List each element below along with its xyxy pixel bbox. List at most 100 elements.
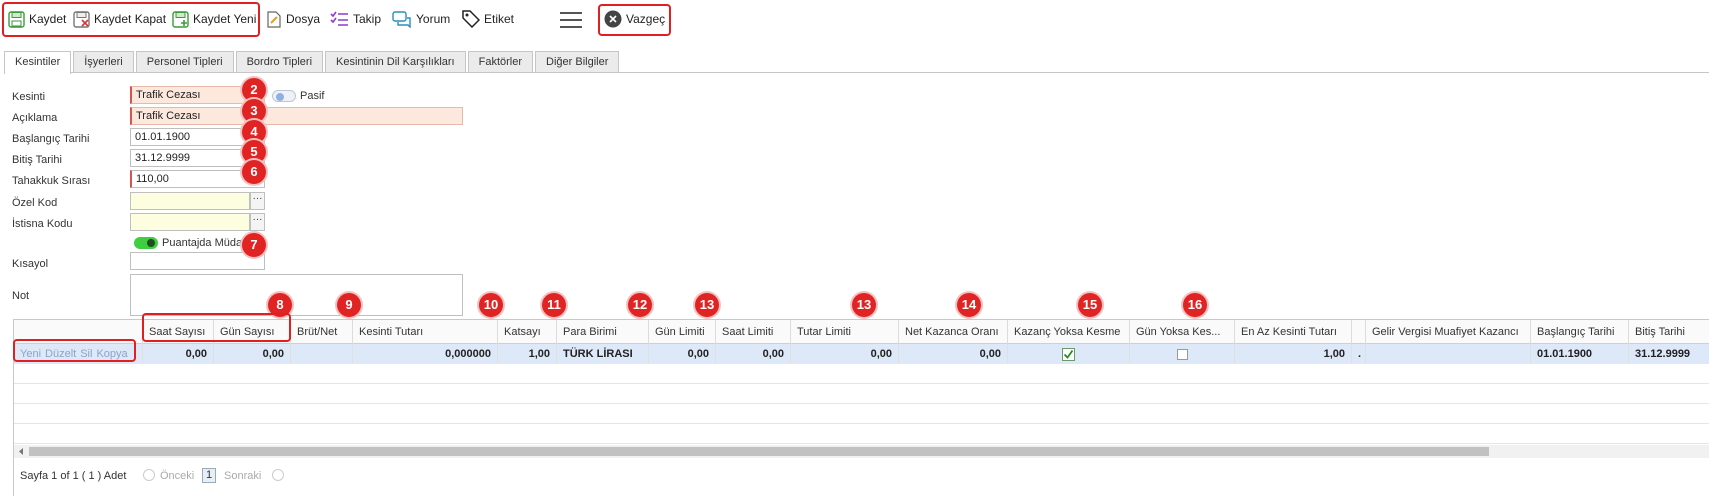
tab-faktorler[interactable]: Faktörler	[467, 51, 534, 73]
cell-gelir-vergisi[interactable]	[1366, 344, 1531, 364]
table-row-empty	[14, 364, 1709, 384]
cell-tutar-limiti[interactable]: 0,00	[791, 344, 899, 364]
col-net-kazanca-orani[interactable]: Net Kazanca Oranı	[899, 320, 1008, 344]
annotation-badge: 9	[337, 293, 361, 317]
annotation-badge: 12	[628, 293, 652, 317]
save-buttons-highlight	[2, 2, 260, 37]
cell-gun-yoksa-kesme[interactable]	[1130, 344, 1235, 364]
col-baslangic-tarihi[interactable]: Başlangıç Tarihi	[1531, 320, 1629, 344]
annotation-badge: 13	[852, 293, 876, 317]
col-blank	[1352, 320, 1366, 344]
comment-label: Yorum	[416, 12, 451, 26]
tab-diger-bilgiler[interactable]: Diğer Bilgiler	[535, 51, 620, 73]
cell-saat-sayisi[interactable]: 0,00	[143, 344, 214, 364]
col-kazanc-yoksa-kesme[interactable]: Kazanç Yoksa Kesme	[1008, 320, 1130, 344]
scroll-left-icon[interactable]	[16, 445, 26, 458]
scrollbar-thumb[interactable]	[29, 447, 1489, 456]
cell-brut-net[interactable]	[291, 344, 353, 364]
bitis-label: Bitiş Tarihi	[12, 154, 62, 166]
cell-blank: .	[1352, 344, 1366, 364]
day-hour-columns-highlight	[142, 313, 291, 342]
prev-page-button[interactable]: Önceki	[160, 470, 194, 482]
comment-button[interactable]: Yorum	[392, 7, 450, 31]
not-textarea[interactable]	[130, 274, 463, 316]
not-label: Not	[12, 290, 30, 302]
kesinti-label: Kesinti	[12, 91, 46, 103]
track-label: Takip	[353, 12, 382, 26]
pager-info: Sayfa 1 of 1 ( 1 ) Adet	[20, 470, 127, 482]
tab-bar: Kesintiler İşyerleri Personel Tipleri Bo…	[4, 51, 621, 74]
file-label: Dosya	[286, 12, 321, 26]
puantaj-label: Puantajda Müdahale	[162, 237, 252, 249]
ozel-kod-label: Özel Kod	[12, 197, 58, 209]
istisna-lookup-button[interactable]: ···	[250, 213, 265, 231]
tab-kesintiler[interactable]: Kesintiler	[4, 51, 72, 74]
kesinti-grid: Saat Sayısı Gün Sayısı Brüt/Net Kesinti …	[13, 319, 1709, 496]
toolbar: Kaydet Kaydet Kapat Kaydet Yeni Dosya Ta…	[0, 0, 1709, 40]
table-row[interactable]: Yeni Düzelt Sil Kopya 0,00 0,00 0,000000 1,…	[14, 344, 1709, 364]
cell-para-birimi[interactable]: TÜRK LİRASI	[557, 344, 649, 364]
annotation-badge: 6	[242, 160, 266, 184]
cell-gun-limiti[interactable]: 0,00	[649, 344, 716, 364]
aciklama-field[interactable]: Trafik Cezası	[130, 107, 463, 125]
cell-kesinti-tutari[interactable]: 0,000000	[353, 344, 498, 364]
cell-kazanc-yoksa-kesme[interactable]	[1008, 344, 1130, 364]
kisayol-field[interactable]	[130, 252, 265, 270]
col-gun-yoksa-kesme[interactable]: Gün Yoksa Kes...	[1130, 320, 1235, 344]
cell-bitis-tarihi[interactable]: 31.12.9999	[1629, 344, 1709, 364]
tab-dil-karsiliklari[interactable]: Kesintinin Dil Karşılıkları	[325, 51, 466, 73]
annotation-badge: 11	[542, 293, 566, 317]
tab-bordro-tipleri[interactable]: Bordro Tipleri	[235, 51, 324, 73]
cell-katsayi[interactable]: 1,00	[498, 344, 557, 364]
puantaj-toggle[interactable]	[134, 237, 158, 249]
tab-isyerleri[interactable]: İşyerleri	[73, 51, 134, 73]
table-row-empty	[14, 424, 1709, 444]
aciklama-label: Açıklama	[12, 112, 58, 124]
tag-icon	[462, 10, 480, 28]
cell-gun-sayisi[interactable]: 0,00	[214, 344, 291, 364]
col-bitis-tarihi[interactable]: Bitiş Tarihi	[1629, 320, 1709, 344]
annotation-badge: 15	[1078, 293, 1102, 317]
checklist-icon	[330, 11, 348, 26]
istisna-field[interactable]	[130, 213, 250, 231]
cell-en-az-kesinti[interactable]: 1,00	[1235, 344, 1352, 364]
col-para-birimi[interactable]: Para Birimi	[557, 320, 649, 344]
tag-label: Etiket	[484, 12, 515, 26]
tahakkuk-label: Tahakkuk Sırası	[12, 175, 91, 187]
col-tutar-limiti[interactable]: Tutar Limiti	[791, 320, 899, 344]
col-gun-limiti[interactable]: Gün Limiti	[649, 320, 716, 344]
track-button[interactable]: Takip	[330, 7, 381, 31]
comment-icon	[392, 10, 411, 28]
cell-baslangic-tarihi[interactable]: 01.01.1900	[1531, 344, 1629, 364]
col-katsayi[interactable]: Katsayı	[498, 320, 557, 344]
istisna-label: İstisna Kodu	[12, 218, 73, 230]
checkbox-checked-icon[interactable]	[1062, 347, 1075, 361]
cell-net-kazanca-orani[interactable]: 0,00	[899, 344, 1008, 364]
annotation-badge: 7	[242, 233, 266, 257]
table-row-empty	[14, 404, 1709, 424]
next-page-icon[interactable]	[272, 469, 284, 481]
col-en-az-kesinti[interactable]: En Az Kesinti Tutarı	[1235, 320, 1352, 344]
prev-page-icon[interactable]	[143, 469, 155, 481]
row-actions-highlight	[13, 339, 136, 362]
col-saat-limiti[interactable]: Saat Limiti	[716, 320, 791, 344]
current-page[interactable]: 1	[202, 468, 216, 483]
tag-button[interactable]: Etiket	[462, 7, 514, 31]
pasif-toggle[interactable]	[272, 90, 296, 102]
checkbox-unchecked-icon[interactable]	[1176, 348, 1188, 360]
menu-icon[interactable]	[560, 12, 582, 28]
annotation-badge: 10	[479, 293, 503, 317]
horizontal-scrollbar[interactable]	[14, 445, 1709, 458]
col-gelir-vergisi[interactable]: Gelir Vergisi Muafiyet Kazancı	[1366, 320, 1531, 344]
col-kesinti-tutari[interactable]: Kesinti Tutarı	[353, 320, 498, 344]
file-button[interactable]: Dosya	[266, 7, 320, 31]
col-brut-net[interactable]: Brüt/Net	[291, 320, 353, 344]
kisayol-label: Kısayol	[12, 258, 49, 270]
ozel-kod-lookup-button[interactable]: ···	[250, 192, 265, 210]
baslangic-label: Başlangıç Tarihi	[12, 133, 90, 145]
tab-personel-tipleri[interactable]: Personel Tipleri	[135, 51, 234, 73]
table-row-empty	[14, 384, 1709, 404]
ozel-kod-field[interactable]	[130, 192, 250, 210]
cell-saat-limiti[interactable]: 0,00	[716, 344, 791, 364]
next-page-button[interactable]: Sonraki	[224, 470, 261, 482]
